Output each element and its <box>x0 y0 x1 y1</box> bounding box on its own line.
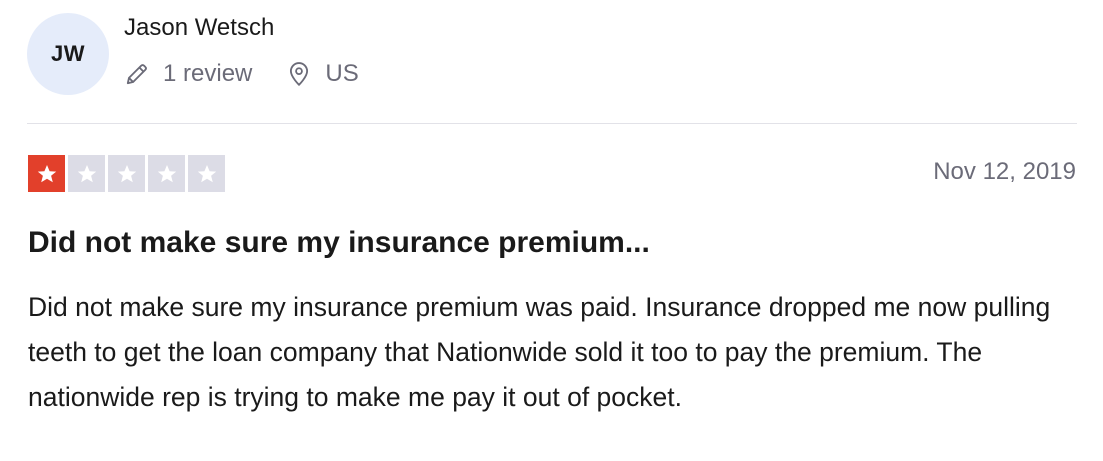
star-4-empty <box>148 155 185 192</box>
pencil-icon <box>126 64 147 85</box>
review-title[interactable]: Did not make sure my insurance premium..… <box>28 226 650 260</box>
divider <box>27 123 1077 124</box>
star-3-empty <box>108 155 145 192</box>
reviewer-location: US <box>286 60 359 88</box>
star-2-empty <box>68 155 105 192</box>
reviewer-name[interactable]: Jason Wetsch <box>124 14 274 42</box>
reviewer-header: JW Jason Wetsch 1 review US <box>27 12 359 96</box>
reviewer-stats: 1 review US <box>124 60 359 88</box>
review-count-label: 1 review <box>163 60 253 87</box>
star-rating <box>28 155 225 192</box>
avatar[interactable]: JW <box>27 13 109 95</box>
star-icon <box>37 164 56 182</box>
location-label: US <box>325 60 359 87</box>
star-icon <box>77 164 96 182</box>
review-count: 1 review <box>124 60 252 88</box>
star-1-filled <box>28 155 65 192</box>
star-icon <box>117 164 136 182</box>
star-icon <box>197 164 216 182</box>
star-5-empty <box>188 155 225 192</box>
map-pin-icon <box>290 62 309 86</box>
star-icon <box>157 164 176 182</box>
review-date: Nov 12, 2019 <box>933 158 1076 185</box>
review-body: Did not make sure my insurance premium w… <box>28 292 1051 412</box>
